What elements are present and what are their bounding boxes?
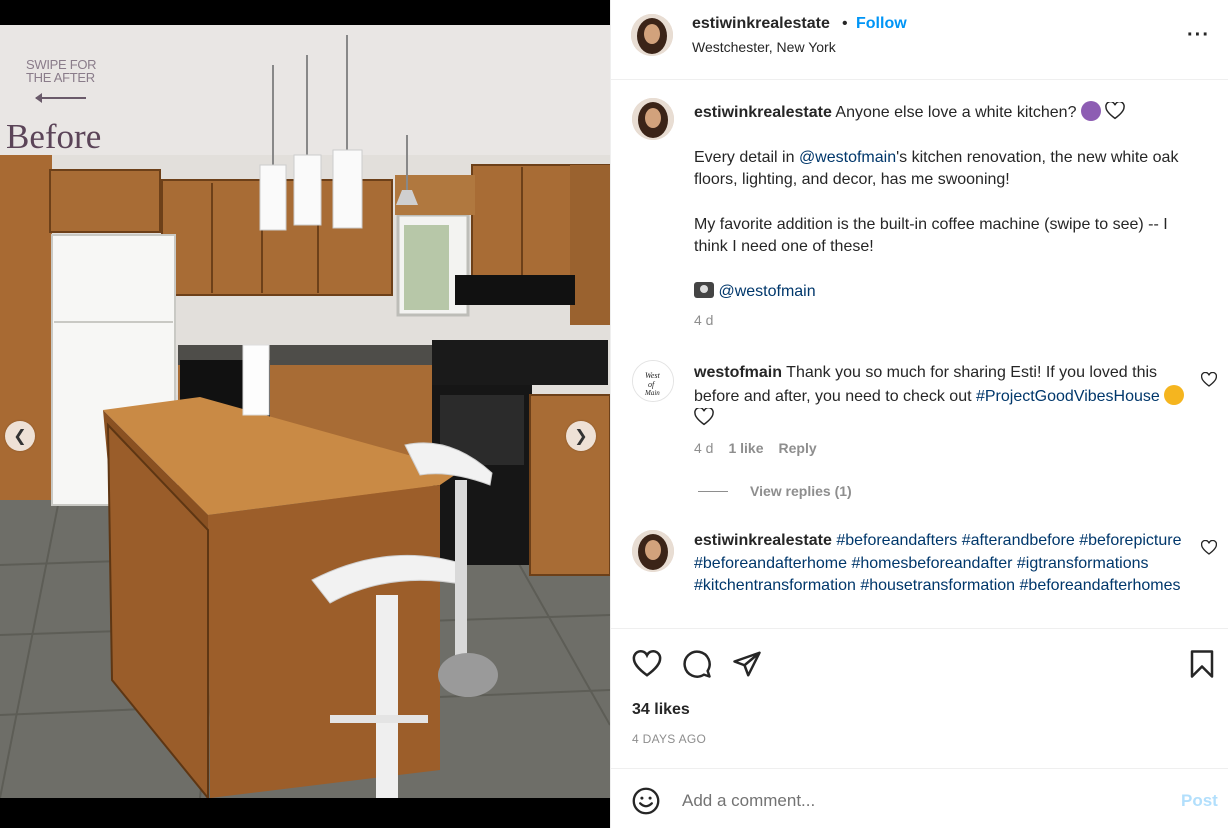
likes-count[interactable]: 34 likes: [632, 701, 690, 719]
header-separator: •: [842, 15, 848, 32]
kitchen-photo[interactable]: SWIPE FOR THE AFTER Before ❮ ❯: [0, 25, 610, 798]
raising-hand-emoji-icon: [1080, 101, 1101, 121]
next-image-button[interactable]: ❯: [566, 421, 596, 451]
emoji-icon[interactable]: [632, 787, 660, 815]
swipe-overlay-text: SWIPE FOR THE AFTER: [26, 57, 97, 85]
hashtag-link[interactable]: #beforepicture: [1079, 532, 1181, 549]
more-options-icon[interactable]: ···: [1187, 24, 1210, 47]
camera-emoji-icon: [694, 281, 714, 298]
caption-time[interactable]: 4 d: [694, 312, 713, 328]
hashtag-link[interactable]: #afterandbefore: [962, 532, 1075, 549]
comment-likes[interactable]: 1 like: [728, 440, 763, 456]
add-comment-bar: Post: [611, 768, 1228, 828]
smiling-face-emoji-icon: [1164, 384, 1185, 405]
hashtag-link[interactable]: #igtransformations: [1017, 555, 1149, 572]
comment-bubble-icon[interactable]: [682, 649, 712, 679]
avatar[interactable]: [632, 98, 674, 140]
post-comment-button[interactable]: Post: [1181, 791, 1218, 811]
hashtag-link[interactable]: #housetransformation: [860, 577, 1015, 594]
arrow-left-icon: [35, 93, 86, 103]
avatar[interactable]: [631, 14, 673, 56]
mention-link[interactable]: @westofmain: [718, 283, 815, 300]
hashtag-link[interactable]: #beforeandafterhome: [694, 555, 847, 572]
view-replies-label: View replies (1): [750, 483, 852, 499]
hashtag-link[interactable]: #kitchentransformation: [694, 577, 856, 594]
post-actions: 34 likes 4 DAYS AGO: [611, 628, 1228, 768]
caption-line1: Anyone else love a white kitchen?: [835, 104, 1077, 121]
share-send-icon[interactable]: [732, 649, 762, 679]
svg-text:Main: Main: [644, 389, 660, 397]
hashtag-link[interactable]: #beforeandafters: [836, 532, 957, 549]
comment-username[interactable]: westofmain: [694, 364, 782, 381]
hashtag-link[interactable]: #ProjectGoodVibesHouse: [976, 388, 1160, 405]
follow-button[interactable]: Follow: [856, 15, 907, 33]
comment-time[interactable]: 4 d: [694, 440, 713, 456]
avatar[interactable]: West of Main: [632, 360, 674, 402]
post-time-ago: 4 DAYS AGO: [632, 732, 707, 746]
like-comment-heart-icon[interactable]: [1201, 372, 1217, 388]
white-heart-emoji-icon: [694, 406, 714, 426]
header-username[interactable]: estiwinkrealestate: [692, 15, 830, 33]
post-side-panel: estiwinkrealestate • Follow Westchester,…: [610, 0, 1228, 828]
hashtag-link[interactable]: #homesbeforeandafter: [851, 555, 1012, 572]
location-link[interactable]: Westchester, New York: [692, 39, 836, 55]
before-overlay-label: Before: [6, 117, 102, 156]
caption-username[interactable]: estiwinkrealestate: [694, 104, 832, 121]
like-heart-icon[interactable]: [632, 649, 662, 679]
post-header: estiwinkrealestate • Follow Westchester,…: [611, 0, 1228, 80]
save-bookmark-icon[interactable]: [1187, 649, 1217, 679]
reply-button[interactable]: Reply: [779, 440, 817, 456]
white-heart-emoji-icon: [1105, 100, 1126, 120]
previous-image-button[interactable]: ❮: [5, 421, 35, 451]
view-replies-button[interactable]: View replies (1): [698, 483, 852, 499]
svg-text:West: West: [645, 371, 661, 380]
post-media: SWIPE FOR THE AFTER Before ❮ ❯: [0, 0, 610, 828]
avatar[interactable]: [632, 530, 674, 572]
hashtag-link[interactable]: #beforeandafterhomes: [1020, 577, 1181, 594]
like-comment-heart-icon[interactable]: [1201, 540, 1217, 556]
chevron-left-icon: ❮: [13, 428, 27, 445]
comment-input[interactable]: [682, 785, 1162, 817]
chevron-right-icon: ❯: [574, 428, 588, 445]
mention-link[interactable]: @westofmain: [799, 149, 896, 166]
caption-p3: My favorite addition is the built-in cof…: [694, 215, 1168, 256]
comment-username[interactable]: estiwinkrealestate: [694, 532, 832, 549]
comments-list[interactable]: estiwinkrealestate Anyone else love a wh…: [611, 80, 1228, 628]
caption-p2-before: Every detail in: [694, 148, 799, 166]
replies-divider: [698, 490, 728, 492]
